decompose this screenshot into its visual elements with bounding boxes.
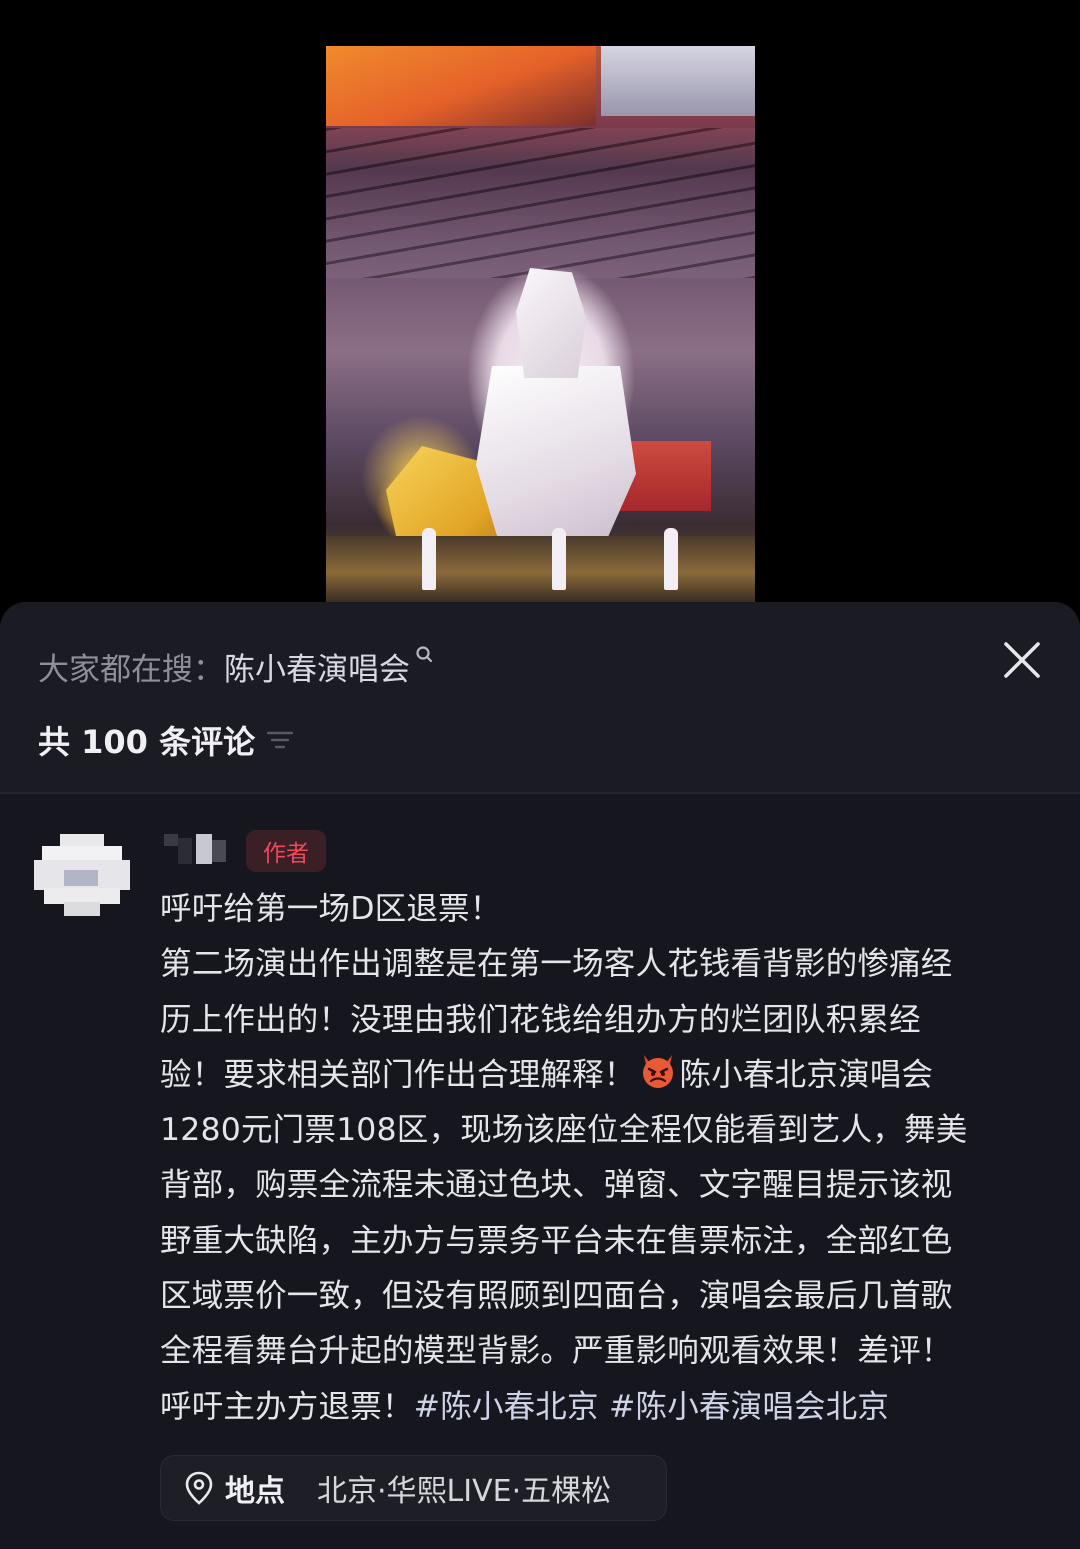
- comment-line-text: 呼吁主办方退票！: [160, 1388, 414, 1425]
- close-icon[interactable]: [998, 636, 1046, 684]
- author-badge: 作者: [246, 830, 326, 872]
- location-tag[interactable]: 地点 北京·华熙LIVE·五棵松: [160, 1455, 667, 1521]
- comment-line: 全程看舞台升起的模型背影。严重影响观看效果！差评！: [160, 1333, 953, 1370]
- comment-line: 野重大缺陷，主办方与票务平台未在售票标注，全部红色: [160, 1222, 953, 1259]
- comment-line: 历上作出的！没理由我们花钱给组办方的烂团队积累经: [160, 1001, 921, 1038]
- hashtag-link[interactable]: #陈小春演唱会北京: [609, 1389, 889, 1425]
- comment-line: 第二场演出作出调整是在第一场客人花钱看背影的惨痛经: [160, 946, 953, 983]
- stage-truss: [326, 128, 755, 278]
- comment-line: 1280元门票108区，现场该座位全程仅能看到艺人，舞美: [160, 1112, 968, 1149]
- comment-sheet: 大家都在搜： 陈小春演唱会 共 100 条评论 作者 呼吁给第一场D区退票！ 第…: [0, 602, 1080, 1549]
- hashtag-link[interactable]: #陈小春北京: [414, 1389, 599, 1425]
- header-divider: [0, 792, 1080, 794]
- location-label: 地点: [225, 1474, 285, 1509]
- hot-search-term: 陈小春演唱会: [224, 651, 410, 688]
- comment-line: 呼吁给第一场D区退票！: [160, 891, 502, 927]
- username[interactable]: [160, 832, 240, 866]
- location-pin-icon: [185, 1471, 213, 1505]
- comment-line: 区域票价一致，但没有照顾到四面台，演唱会最后几首歌: [160, 1278, 953, 1315]
- statue-head: [516, 268, 586, 378]
- comment-line: 呼吁主办方退票！#陈小春北京 #陈小春演唱会北京: [160, 1380, 1060, 1435]
- performer: [422, 528, 436, 590]
- comment-line: 背部，购票全流程未通过色块、弹窗、文字醒目提示该视: [160, 1167, 953, 1204]
- stage-floor: [326, 536, 755, 602]
- performer: [664, 528, 678, 590]
- video-player[interactable]: [326, 46, 755, 602]
- ceiling-drape: [601, 46, 755, 116]
- performer: [552, 528, 566, 590]
- led-screen: [326, 46, 596, 126]
- statue-body: [476, 366, 636, 546]
- comment-line-text: 验！要求相关部门作出合理解释！: [160, 1056, 636, 1093]
- comment-body[interactable]: 呼吁给第一场D区退票！ 第二场演出作出调整是在第一场客人花钱看背影的惨痛经 历上…: [160, 882, 1060, 1435]
- angry-devil-emoji-icon: [642, 1054, 673, 1088]
- sort-icon[interactable]: [265, 725, 295, 755]
- comment-line: 验！要求相关部门作出合理解释！ 陈小春北京演唱会: [160, 1048, 1060, 1103]
- hot-search-prefix: 大家都在搜：: [38, 651, 224, 688]
- comment-sheet-header: [0, 602, 1080, 792]
- comment-count: 共 100 条评论: [38, 723, 256, 761]
- location-place: 北京·华熙LIVE·五棵松: [317, 1474, 612, 1509]
- hot-search-link[interactable]: 大家都在搜： 陈小春演唱会: [38, 644, 436, 688]
- comment-line-text: 陈小春北京演唱会: [679, 1056, 934, 1093]
- comment-count-row: 共 100 条评论: [38, 718, 295, 762]
- avatar[interactable]: [34, 834, 130, 916]
- search-icon: [416, 646, 433, 663]
